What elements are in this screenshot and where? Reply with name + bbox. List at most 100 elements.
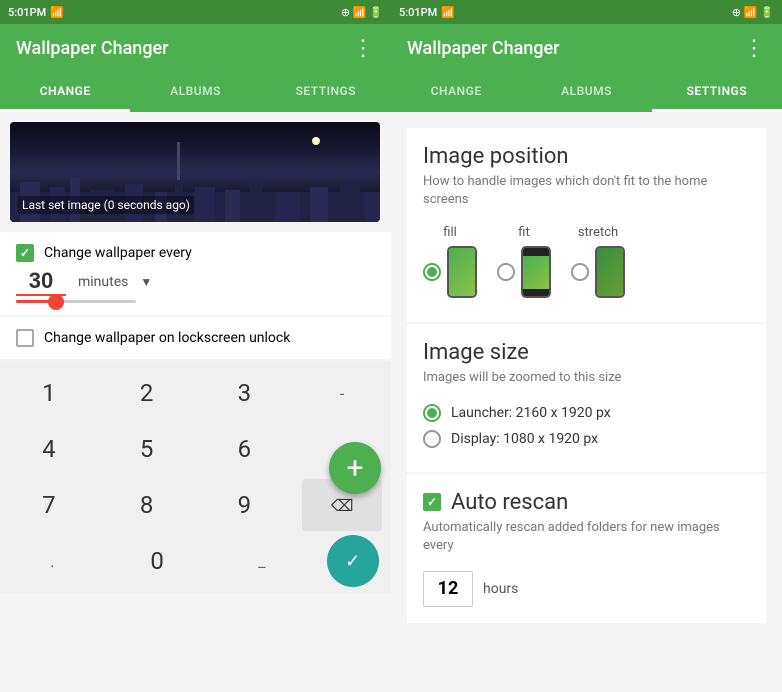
keyboard-row-3: 7 8 9 ⌫ (0, 477, 391, 533)
stretch-inner (571, 246, 625, 298)
icons-left: 📶 (50, 6, 64, 19)
overflow-menu-right[interactable]: ⋮ (743, 36, 766, 61)
key-4[interactable]: 4 (9, 423, 89, 475)
tabs-right: CHANGE ALBUMS SETTINGS (391, 72, 782, 112)
time-left: 5:01PM (8, 6, 46, 19)
status-icons-left: ⊕ 📶 🔋 (341, 6, 383, 19)
display-label: Display: 1080 x 1920 px (451, 431, 598, 447)
image-size-desc: Images will be zoomed to this size (423, 369, 750, 387)
hours-unit: hours (483, 581, 518, 597)
autorescan-check-icon: ✓ (427, 495, 437, 509)
image-position-title: Image position (423, 144, 750, 169)
status-time-left: 5:01PM 📶 (8, 6, 64, 19)
key-5[interactable]: 5 (107, 423, 187, 475)
icons-right: 📶 (441, 6, 455, 19)
image-size-title: Image size (423, 340, 750, 365)
preview-label: Last set image (0 seconds ago) (18, 196, 194, 214)
key-0[interactable]: 0 (117, 535, 197, 587)
key-minus[interactable]: - (302, 367, 382, 419)
lockscreen-card: Change wallpaper on lockscreen unlock (0, 317, 391, 359)
fit-phone-icon (521, 246, 551, 298)
display-row: Display: 1080 x 1920 px (423, 430, 750, 448)
change-wallpaper-row: ✓ Change wallpaper every (16, 244, 375, 262)
key-done[interactable]: ✓ (327, 535, 379, 587)
tab-settings-right[interactable]: SETTINGS (652, 72, 782, 112)
launcher-label: Launcher: 2160 x 1920 px (451, 405, 611, 421)
hours-input[interactable]: 12 (423, 571, 473, 607)
right-panel: 5:01PM 📶 ⊕ 📶 🔋 Wallpaper Changer ⋮ CHANG… (391, 0, 782, 692)
position-fill: fill (423, 225, 477, 298)
wallpaper-preview: Last set image (0 seconds ago) (10, 122, 380, 222)
overflow-menu-left[interactable]: ⋮ (352, 36, 375, 61)
display-radio[interactable] (423, 430, 441, 448)
moon-decor (312, 137, 320, 145)
key-3[interactable]: 3 (204, 367, 284, 419)
dropdown-arrow-icon[interactable]: ▼ (140, 275, 152, 289)
key-6[interactable]: 6 (204, 423, 284, 475)
auto-rescan-section: ✓ Auto rescan Automatically rescan added… (407, 474, 766, 623)
image-position-section: Image position How to handle images whic… (407, 128, 766, 322)
stretch-radio[interactable] (571, 263, 589, 281)
autorescan-label: Auto rescan (451, 490, 568, 515)
stretch-phone-icon (595, 246, 625, 298)
image-size-section: Image size Images will be zoomed to this… (407, 324, 766, 471)
fit-radio[interactable] (497, 263, 515, 281)
tab-albums-left[interactable]: ALBUMS (130, 72, 260, 112)
autorescan-checkbox[interactable]: ✓ (423, 493, 441, 511)
launcher-radio[interactable] (423, 404, 441, 422)
image-position-desc: How to handle images which don't fit to … (423, 173, 750, 209)
launcher-row: Launcher: 2160 x 1920 px (423, 404, 750, 422)
change-wallpaper-label: Change wallpaper every (44, 245, 192, 261)
position-options: fill fit (423, 225, 750, 298)
status-bar-right: 5:01PM 📶 ⊕ 📶 🔋 (391, 0, 782, 24)
fit-screen (523, 256, 549, 290)
key-1[interactable]: 1 (9, 367, 89, 419)
minutes-input[interactable] (16, 268, 66, 296)
minutes-row: minutes ▼ (16, 268, 375, 296)
fab-button[interactable]: + (329, 442, 381, 494)
key-9[interactable]: 9 (204, 479, 284, 531)
key-7[interactable]: 7 (9, 479, 89, 531)
tab-settings-left[interactable]: SETTINGS (261, 72, 391, 112)
status-time-right: 5:01PM 📶 (399, 6, 455, 19)
key-2[interactable]: 2 (107, 367, 187, 419)
tab-albums-right[interactable]: ALBUMS (521, 72, 651, 112)
autorescan-desc: Automatically rescan added folders for n… (423, 519, 750, 555)
fab-icon: + (346, 451, 363, 486)
tabs-left: CHANGE ALBUMS SETTINGS (0, 72, 391, 112)
change-interval-card: ✓ Change wallpaper every minutes ▼ (0, 232, 391, 315)
fill-phone-icon (447, 246, 477, 298)
tab-change-left[interactable]: CHANGE (0, 72, 130, 112)
hours-row: 12 hours (423, 571, 750, 607)
slider-thumb[interactable] (48, 294, 64, 310)
stretch-screen (597, 248, 623, 296)
key-8[interactable]: 8 (107, 479, 187, 531)
key-underscore[interactable]: _ (222, 535, 302, 587)
app-bar-right: Wallpaper Changer ⋮ (391, 24, 782, 72)
right-content: Image position How to handle images whic… (391, 112, 782, 692)
left-content: Last set image (0 seconds ago) ✓ Change … (0, 112, 391, 692)
lockscreen-checkbox[interactable] (16, 329, 34, 347)
fill-inner (423, 246, 477, 298)
keyboard-row-1: 1 2 3 - (0, 365, 391, 421)
position-fit: fit (497, 225, 551, 298)
slider-track[interactable] (16, 300, 136, 303)
left-panel: 5:01PM 📶 ⊕ 📶 🔋 Wallpaper Changer ⋮ CHANG… (0, 0, 391, 692)
slider-container (16, 300, 375, 303)
fill-label: fill (443, 225, 457, 240)
position-stretch: stretch (571, 225, 625, 298)
fill-radio[interactable] (423, 263, 441, 281)
minutes-unit: minutes (78, 274, 128, 290)
change-wallpaper-checkbox[interactable]: ✓ (16, 244, 34, 262)
lockscreen-row: Change wallpaper on lockscreen unlock (16, 329, 375, 347)
lockscreen-label: Change wallpaper on lockscreen unlock (44, 330, 290, 346)
app-title-right: Wallpaper Changer (407, 38, 560, 59)
fit-inner (497, 246, 551, 298)
fill-screen (449, 248, 475, 296)
key-dot[interactable]: . (12, 535, 92, 587)
fit-label: fit (518, 225, 529, 240)
status-bar-left: 5:01PM 📶 ⊕ 📶 🔋 (0, 0, 391, 24)
hours-value: 12 (438, 578, 459, 599)
tab-change-right[interactable]: CHANGE (391, 72, 521, 112)
app-bar-left: Wallpaper Changer ⋮ (0, 24, 391, 72)
